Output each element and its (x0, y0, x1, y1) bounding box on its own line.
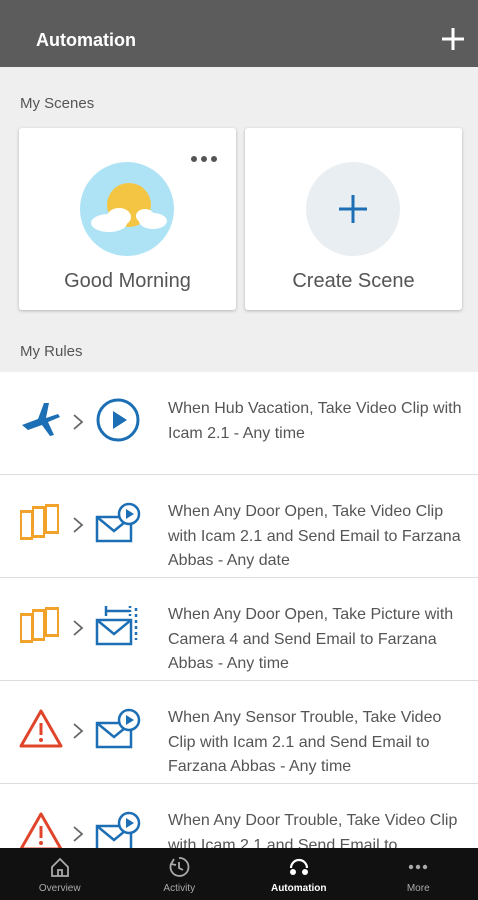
my-scenes-label: My Scenes (20, 95, 95, 112)
video-email-icon (95, 502, 141, 543)
rule-item[interactable]: When Hub Vacation, Take Video Clip with … (0, 372, 478, 475)
chevron-right-icon (73, 414, 84, 430)
home-icon (50, 857, 69, 877)
chevron-right-icon (73, 826, 84, 842)
rule-item[interactable]: When Any Sensor Trouble, Take Video Clip… (0, 681, 478, 784)
bottom-tab-bar: Overview Activity Automation More (0, 848, 478, 900)
tab-label: Automation (270, 883, 327, 894)
rule-item[interactable]: When Any Door Open, Take Video Clip with… (0, 475, 478, 578)
rule-text: When Any Door Open, Take Picture with Ca… (168, 606, 454, 672)
warning-icon (19, 709, 63, 748)
activity-clock-icon (169, 857, 190, 877)
sun-cloud-icon (80, 162, 174, 256)
rules-list: When Hub Vacation, Take Video Clip with … (0, 372, 478, 887)
more-dots-icon (409, 864, 428, 870)
chevron-right-icon (73, 723, 84, 739)
page-title: Automation (36, 30, 136, 50)
chevron-right-icon (73, 620, 84, 636)
doors-icon (20, 607, 59, 643)
rule-text: When Any Door Open, Take Video Clip with… (168, 503, 461, 569)
my-rules-label: My Rules (20, 343, 83, 360)
tab-activity[interactable]: Activity (120, 848, 240, 900)
tab-more[interactable]: More (359, 848, 478, 900)
automation-icon (289, 858, 308, 875)
tab-label: Activity (163, 883, 196, 894)
picture-email-icon (95, 606, 138, 646)
video-email-icon (95, 708, 141, 749)
tab-overview[interactable]: Overview (0, 848, 120, 900)
rule-item[interactable]: When Any Door Open, Take Picture with Ca… (0, 578, 478, 681)
scene-label: Good Morning (64, 270, 191, 292)
tab-label: More (406, 883, 430, 894)
rule-text: When Hub Vacation, Take Video Clip with … (168, 400, 462, 442)
play-circle-icon (96, 398, 140, 442)
scene-card-good-morning[interactable]: Good Morning (19, 128, 236, 310)
chevron-right-icon (73, 517, 84, 533)
tab-automation[interactable]: Automation (239, 848, 359, 900)
rule-text: When Any Sensor Trouble, Take Video Clip… (168, 709, 442, 775)
airplane-icon (22, 403, 60, 436)
plus-circle-icon (306, 162, 400, 256)
app-header: Automation (0, 0, 478, 67)
scene-label: Create Scene (292, 270, 415, 292)
plus-icon[interactable] (438, 24, 468, 54)
more-options-icon[interactable] (189, 150, 219, 168)
scene-card-create-scene[interactable]: Create Scene (245, 128, 462, 310)
tab-label: Overview (38, 883, 81, 894)
doors-icon (20, 504, 59, 540)
